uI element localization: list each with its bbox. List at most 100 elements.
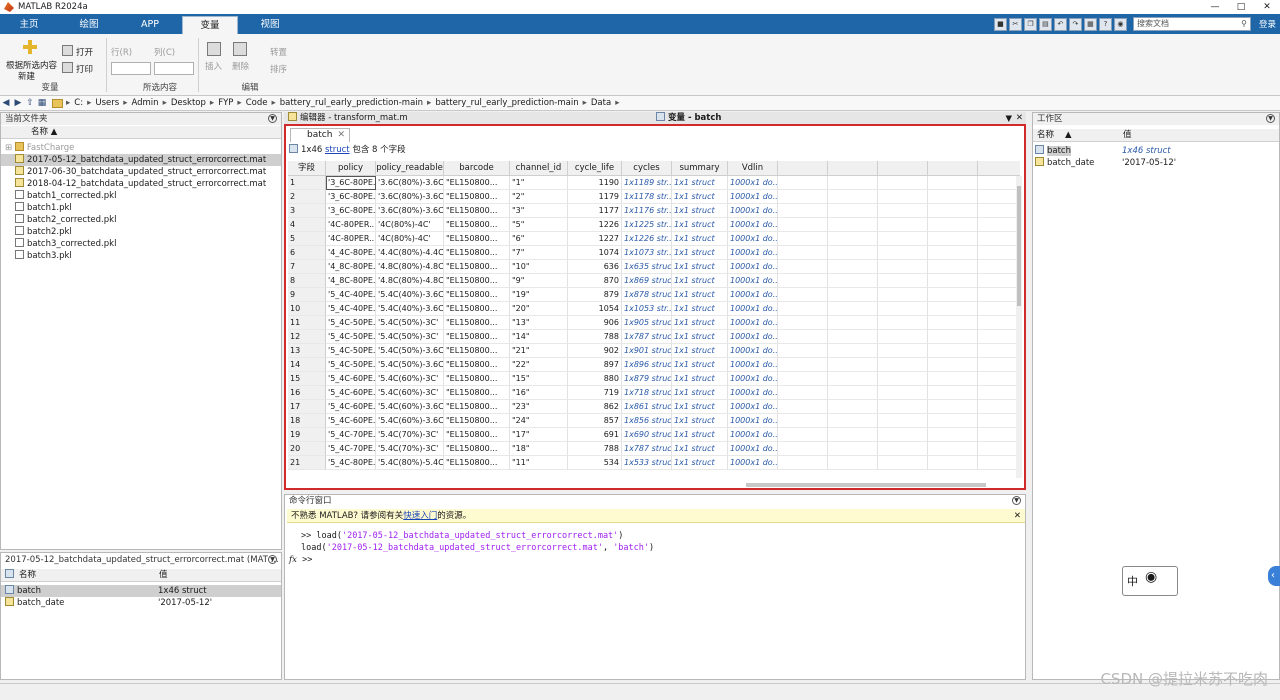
table-cell[interactable]: '3.6C(80%)-3.6C' (376, 190, 444, 204)
table-cell[interactable]: '5_4C-50PE... (326, 358, 376, 372)
table-cell[interactable]: 1054 (568, 302, 622, 316)
table-cell[interactable] (928, 176, 978, 190)
table-row[interactable]: batch 1x46 struct (1, 585, 281, 597)
table-cell[interactable]: '5.4C(50%)-3.6C' (376, 344, 444, 358)
table-cell[interactable] (778, 218, 828, 232)
table-cell[interactable] (778, 274, 828, 288)
table-cell[interactable]: '4_4C-80PE... (326, 246, 376, 260)
back-arrow-icon[interactable]: ◀ (0, 98, 12, 108)
table-cell[interactable]: 1000x1 do... (728, 316, 778, 330)
scroll-thumb[interactable] (1017, 186, 1021, 306)
table-cell[interactable] (778, 414, 828, 428)
table-cell[interactable]: 1x718 struct (622, 386, 672, 400)
table-cell[interactable] (778, 442, 828, 456)
breadcrumb-item[interactable]: battery_rul_early_prediction-main (280, 98, 423, 108)
list-item[interactable]: 2017-05-12_batchdata_updated_struct_erro… (1, 154, 281, 166)
table-cell[interactable]: 1x1 struct (672, 330, 728, 344)
table-cell[interactable]: 1x1 struct (672, 428, 728, 442)
table-cell[interactable] (978, 232, 1020, 246)
table-cell[interactable]: '5_4C-40PE... (326, 302, 376, 316)
table-cell[interactable] (828, 274, 878, 288)
table-cell[interactable]: 1x1226 str... (622, 232, 672, 246)
column-header-cycles[interactable]: cycles (622, 161, 672, 176)
table-cell[interactable] (878, 260, 928, 274)
table-cell[interactable]: "EL150800... (444, 358, 510, 372)
table-cell[interactable]: 1000x1 do... (728, 176, 778, 190)
table-cell[interactable]: "9" (510, 274, 568, 288)
table-cell[interactable]: "EL150800... (444, 330, 510, 344)
table-cell[interactable] (878, 316, 928, 330)
col-input[interactable] (154, 62, 194, 75)
table-cell[interactable]: 1000x1 do... (728, 344, 778, 358)
table-cell[interactable] (878, 344, 928, 358)
breadcrumb-item[interactable]: Desktop (171, 98, 206, 108)
table-cell[interactable]: 1000x1 do... (728, 246, 778, 260)
panel-menu-icon[interactable]: ▼ (1012, 496, 1021, 505)
table-cell[interactable]: "21" (510, 344, 568, 358)
table-cell[interactable] (928, 204, 978, 218)
table-cell[interactable] (878, 372, 928, 386)
table-cell[interactable] (878, 400, 928, 414)
undo-icon[interactable]: ↶ (1053, 17, 1067, 31)
table-cell[interactable]: 534 (568, 456, 622, 470)
table-cell[interactable]: '4.8C(80%)-4.8C' (376, 260, 444, 274)
table-cell[interactable] (878, 218, 928, 232)
column-header-empty[interactable] (878, 161, 928, 176)
browse-folder-icon[interactable]: ▦ (36, 98, 48, 108)
table-cell[interactable] (878, 456, 928, 470)
table-cell[interactable]: 1x878 struct (622, 288, 672, 302)
table-cell[interactable]: 1000x1 do... (728, 372, 778, 386)
column-header-policy_readable[interactable]: policy_readable (376, 161, 444, 176)
table-cell[interactable] (878, 386, 928, 400)
struct-array-grid[interactable]: 字段 policy policy_readable barcode channel_id… (288, 161, 1020, 481)
table-cell[interactable]: 788 (568, 330, 622, 344)
table-cell[interactable] (928, 218, 978, 232)
table-cell[interactable]: '5.4C(40%)-3.6C' (376, 288, 444, 302)
breadcrumb-item[interactable]: Data (591, 98, 611, 108)
switch-windows-icon[interactable]: ▦ (1083, 17, 1097, 31)
table-cell[interactable]: '5.4C(50%)-3C' (376, 330, 444, 344)
table-cell[interactable] (978, 190, 1020, 204)
table-cell[interactable] (928, 400, 978, 414)
breadcrumb-item[interactable]: Users (95, 98, 119, 108)
table-cell[interactable]: '4C-80PER... (326, 218, 376, 232)
table-cell[interactable]: 1x1 struct (672, 260, 728, 274)
table-cell[interactable]: 1000x1 do... (728, 428, 778, 442)
table-cell[interactable] (828, 288, 878, 302)
ime-toolbar[interactable]: 中 ◉ (1122, 566, 1178, 596)
table-cell[interactable] (878, 246, 928, 260)
table-cell[interactable]: '5.4C(60%)-3.6C' (376, 414, 444, 428)
table-cell[interactable]: '3_6C-80PE... (326, 190, 376, 204)
table-cell[interactable]: '4C(80%)-4C' (376, 218, 444, 232)
table-cell[interactable]: 1x1 struct (672, 218, 728, 232)
table-cell[interactable]: '3_6C-80PE... (326, 204, 376, 218)
insert-button[interactable]: 插入 (205, 60, 222, 72)
table-cell[interactable] (828, 372, 878, 386)
table-cell[interactable]: 1x1073 str... (622, 246, 672, 260)
table-cell[interactable] (878, 288, 928, 302)
column-header-Vdlin[interactable]: Vdlin (728, 161, 778, 176)
breadcrumb-item[interactable]: Code (246, 98, 268, 108)
column-header-cycle_life[interactable]: cycle_life (568, 161, 622, 176)
table-cell[interactable] (928, 456, 978, 470)
list-item[interactable]: batch1.pkl (1, 202, 281, 214)
horizontal-scrollbar[interactable] (746, 483, 986, 487)
table-cell[interactable]: 906 (568, 316, 622, 330)
table-cell[interactable] (978, 386, 1020, 400)
table-cell[interactable]: '3.6C(80%)-3.6C' (376, 204, 444, 218)
table-cell[interactable]: '4_8C-80PE... (326, 274, 376, 288)
table-cell[interactable]: "2" (510, 190, 568, 204)
table-cell[interactable] (828, 204, 878, 218)
table-cell[interactable]: 1x861 struct (622, 400, 672, 414)
help-icon[interactable]: ? (1098, 17, 1112, 31)
column-header-empty[interactable] (928, 161, 978, 176)
table-cell[interactable]: "15" (510, 372, 568, 386)
sort-button[interactable]: 排序 (270, 63, 287, 75)
paste-icon[interactable]: ▤ (1038, 17, 1052, 31)
tab-apps[interactable]: APP (124, 16, 176, 34)
table-cell[interactable]: "EL150800... (444, 204, 510, 218)
table-cell[interactable]: "EL150800... (444, 232, 510, 246)
table-cell[interactable]: 1190 (568, 176, 622, 190)
table-cell[interactable] (778, 246, 828, 260)
table-cell[interactable]: "10" (510, 260, 568, 274)
